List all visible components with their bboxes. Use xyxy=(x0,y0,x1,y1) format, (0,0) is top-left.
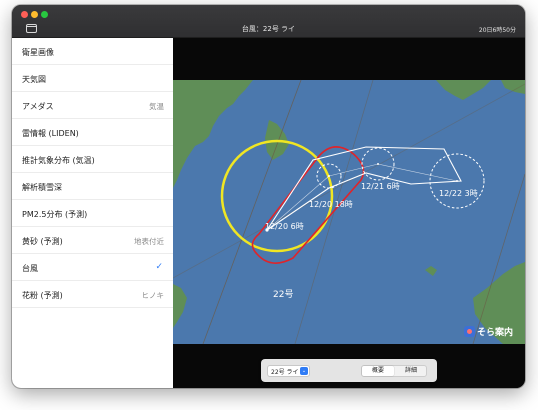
sidebar-item-lightning[interactable]: 雷情報 (LIDEN) xyxy=(12,119,173,146)
segment-detail[interactable]: 詳細 xyxy=(395,366,427,376)
forecast-center-marker xyxy=(328,175,330,177)
sidebar-item-value: 気温 xyxy=(149,102,164,111)
storm-select[interactable]: 22号 ライ ⌄ xyxy=(267,365,310,377)
sidebar-item-typhoon[interactable]: 台風 ✓ xyxy=(12,254,173,281)
brand-text: そら案内 xyxy=(477,328,514,338)
sidebar-item-pollen[interactable]: 花粉 (予測) ヒノキ xyxy=(12,281,173,308)
segment-summary[interactable]: 概要 xyxy=(362,366,394,376)
observation-time: 20日6時50分 xyxy=(478,27,516,34)
sidebar-item-yellow-sand[interactable]: 黄砂 (予測) 地表付近 xyxy=(12,227,173,254)
sidebar-item-label: 天気図 xyxy=(22,75,46,84)
zoom-window-button[interactable] xyxy=(41,11,48,18)
typhoon-map[interactable]: 12/20 6時 12/20 18時 12/21 6時 12/22 3時 22号… xyxy=(173,38,525,388)
forecast-center-marker xyxy=(456,180,458,182)
layer-sidebar: 衛星画像 天気図 アメダス 気温 雷情報 (LIDEN) 推計気象分布 (気温)… xyxy=(12,38,173,388)
sidebar-item-value: 地表付近 xyxy=(134,237,164,246)
sidebar-item-snow-depth[interactable]: 解析積雪深 xyxy=(12,173,173,200)
app-window: 台風：22号 ライ 20日6時50分 衛星画像 天気図 アメダス 気温 雷情報 … xyxy=(12,5,525,388)
sidebar-item-label: アメダス xyxy=(22,102,54,111)
sidebar-item-label: 台風 xyxy=(22,264,38,273)
sidebar-item-label: 解析積雪深 xyxy=(22,183,62,192)
sidebar-item-weather-chart[interactable]: 天気図 xyxy=(12,65,173,92)
sidebar-item-label: 黄砂 (予測) xyxy=(22,237,63,246)
sora-annai-icon xyxy=(464,326,475,337)
sidebar-item-label: 推計気象分布 (気温) xyxy=(22,156,95,165)
chevron-down-icon: ⌄ xyxy=(300,367,308,375)
sidebar-item-label: 雷情報 (LIDEN) xyxy=(22,129,79,138)
sidebar-item-label: 花粉 (予測) xyxy=(22,291,63,300)
forecast-label-12-21-6: 12/21 6時 xyxy=(361,182,400,191)
storm-number-label: 22号 xyxy=(273,289,293,300)
storm-select-value: 22号 ライ xyxy=(271,369,299,376)
map-ocean xyxy=(173,80,525,344)
view-segmented-control: 概要 詳細 xyxy=(361,365,427,377)
map-control-bar: 22号 ライ ⌄ 概要 詳細 xyxy=(261,359,437,382)
sidebar-item-label: PM2.5分布 (予測) xyxy=(22,210,88,219)
brand-logo: そら案内 xyxy=(464,325,513,338)
sidebar-item-label: 衛星画像 xyxy=(22,48,54,57)
checkmark-icon: ✓ xyxy=(155,262,163,272)
forecast-label-12-20-18: 12/20 18時 xyxy=(309,200,353,209)
forecast-label-12-20-6: 12/20 6時 xyxy=(265,222,304,231)
forecast-label-12-22-3: 12/22 3時 xyxy=(439,189,478,198)
sidebar-item-satellite[interactable]: 衛星画像 xyxy=(12,38,173,65)
window-title: 台風：22号 ライ xyxy=(241,25,296,33)
forecast-center-marker xyxy=(377,163,379,165)
sidebar-item-value: ヒノキ xyxy=(141,291,165,300)
minimize-window-button[interactable] xyxy=(31,11,38,18)
sidebar-item-estimated-temperature[interactable]: 推計気象分布 (気温) xyxy=(12,146,173,173)
sidebar-item-pm25[interactable]: PM2.5分布 (予測) xyxy=(12,200,173,227)
sidebar-item-amedas[interactable]: アメダス 気温 xyxy=(12,92,173,119)
close-window-button[interactable] xyxy=(21,11,28,18)
title-bar: 台風：22号 ライ 20日6時50分 xyxy=(12,5,525,38)
